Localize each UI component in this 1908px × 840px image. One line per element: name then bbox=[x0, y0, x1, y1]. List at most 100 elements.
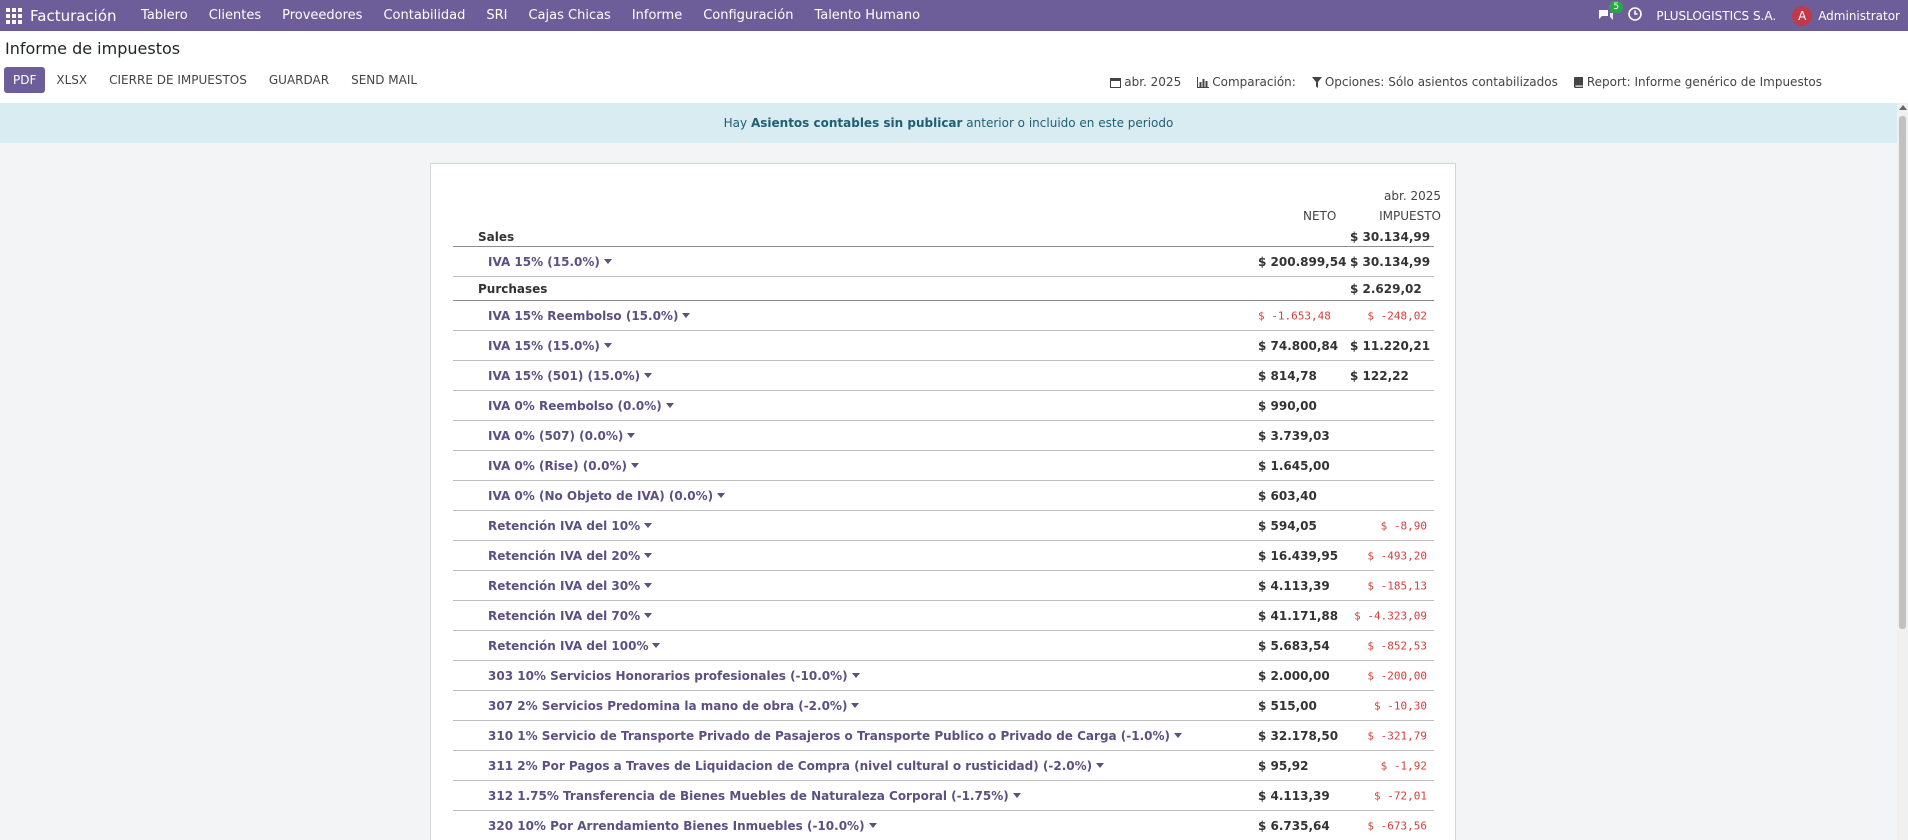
row-label: Sales bbox=[478, 229, 515, 244]
options-filter[interactable]: Opciones: Sólo asientos contabilizados bbox=[1311, 75, 1558, 89]
send-mail-button[interactable]: SEND MAIL bbox=[340, 68, 428, 92]
neto-value: $ 6.735,64 bbox=[1258, 818, 1330, 833]
report-tax-line-row[interactable]: IVA 0% Reembolso (0.0%) $ 990,00 bbox=[453, 391, 1434, 421]
report-tax-line-row[interactable]: Retención IVA del 10% $ 594,05 $ -8,90 bbox=[453, 511, 1434, 541]
report-tax-line-row[interactable]: IVA 15% Reembolso (15.0%) $ -1.653,48 $ -2… bbox=[453, 301, 1434, 331]
report-tax-line-row[interactable]: Retención IVA del 30% $ 4.113,39 $ -185,13 bbox=[453, 571, 1434, 601]
menu-item-contabilidad[interactable]: Contabilidad bbox=[373, 8, 476, 23]
xlsx-button[interactable]: XLSX bbox=[45, 68, 98, 92]
menu-item-tablero[interactable]: Tablero bbox=[131, 8, 199, 23]
caret-down-icon[interactable] bbox=[1012, 793, 1021, 798]
caret-down-icon[interactable] bbox=[603, 343, 612, 348]
caret-down-icon[interactable] bbox=[717, 493, 726, 498]
unposted-entries-link[interactable]: Asientos contables sin publicar bbox=[751, 116, 962, 130]
caret-down-icon[interactable] bbox=[682, 313, 691, 318]
neto-value: $ 814,78 bbox=[1258, 368, 1317, 383]
report-tax-line-row[interactable]: IVA 0% (507) (0.0%) $ 3.739,03 bbox=[453, 421, 1434, 451]
caret-down-icon[interactable] bbox=[630, 463, 639, 468]
impuesto-value: $ -200,00 bbox=[1367, 669, 1427, 682]
report-tax-line-row[interactable]: IVA 0% (No Objeto de IVA) (0.0%) $ 603,40 bbox=[453, 481, 1434, 511]
caret-down-icon[interactable] bbox=[644, 613, 653, 618]
save-button[interactable]: GUARDAR bbox=[258, 68, 340, 92]
report-tax-line-row[interactable]: IVA 15% (501) (15.0%) $ 814,78 $ 122,22 bbox=[453, 361, 1434, 391]
comparison-filter[interactable]: Comparación: bbox=[1197, 75, 1296, 89]
menu-item-informe[interactable]: Informe bbox=[621, 8, 692, 23]
caret-down-icon[interactable] bbox=[1096, 763, 1105, 768]
scroll-up-icon[interactable] bbox=[1899, 105, 1907, 110]
caret-down-icon[interactable] bbox=[851, 673, 860, 678]
caret-down-icon[interactable] bbox=[644, 553, 653, 558]
tax-line-name[interactable]: Retención IVA del 30% bbox=[488, 579, 653, 593]
report-tax-line-row[interactable]: 307 2% Servicios Predomina la mano de ob… bbox=[453, 691, 1434, 721]
comparison-filter-label: Comparación: bbox=[1212, 75, 1296, 89]
tax-line-name[interactable]: 310 1% Servicio de Transporte Privado de… bbox=[488, 729, 1183, 743]
bar-chart-icon bbox=[1197, 76, 1210, 88]
caret-down-icon[interactable] bbox=[868, 823, 877, 828]
caret-down-icon[interactable] bbox=[644, 523, 653, 528]
user-avatar[interactable]: A bbox=[1792, 5, 1813, 26]
menu-item-sri[interactable]: SRI bbox=[476, 8, 518, 23]
column-period-header: abr. 2025 bbox=[1384, 189, 1441, 203]
report-tax-line-row[interactable]: 303 10% Servicios Honorarios profesional… bbox=[453, 661, 1434, 691]
report-rows: Sales $ 30.134,99 IVA 15% (15.0%) $ 200.899… bbox=[453, 227, 1434, 840]
report-tax-line-row[interactable]: Retención IVA del 20% $ 16.439,95 $ -493,2… bbox=[453, 541, 1434, 571]
tax-line-name[interactable]: IVA 0% Reembolso (0.0%) bbox=[488, 399, 674, 413]
impuesto-value: $ -673,56 bbox=[1367, 819, 1427, 832]
activity-clock-icon[interactable] bbox=[1628, 6, 1643, 25]
tax-line-name[interactable]: IVA 0% (Rise) (0.0%) bbox=[488, 459, 639, 473]
menu-item-configuraci-n[interactable]: Configuración bbox=[693, 8, 804, 23]
menu-item-talento-humano[interactable]: Talento Humano bbox=[804, 8, 931, 23]
report-tax-line-row[interactable]: 312 1.75% Transferencia de Bienes Mueble… bbox=[453, 781, 1434, 811]
caret-down-icon[interactable] bbox=[1174, 733, 1183, 738]
tax-line-name[interactable]: 312 1.75% Transferencia de Bienes Mueble… bbox=[488, 789, 1021, 803]
report-tax-line-row[interactable]: IVA 15% (15.0%) $ 74.800,84 $ 11.220,21 bbox=[453, 331, 1434, 361]
neto-value: $ 4.113,39 bbox=[1258, 788, 1330, 803]
tax-line-name[interactable]: 320 10% Por Arrendamiento Bienes Inmuebl… bbox=[488, 819, 877, 833]
impuesto-value: $ 30.134,99 bbox=[1350, 229, 1431, 244]
tax-line-name[interactable]: IVA 15% (15.0%) bbox=[488, 339, 612, 353]
tax-line-name[interactable]: 311 2% Por Pagos a Traves de Liquidacion… bbox=[488, 759, 1105, 773]
menu-item-proveedores[interactable]: Proveedores bbox=[272, 8, 373, 23]
tax-line-name[interactable]: IVA 15% Reembolso (15.0%) bbox=[488, 309, 691, 323]
tax-line-name[interactable]: 307 2% Servicios Predomina la mano de ob… bbox=[488, 699, 860, 713]
report-tax-line-row[interactable]: 310 1% Servicio de Transporte Privado de… bbox=[453, 721, 1434, 751]
chat-icon[interactable]: 5 bbox=[1598, 0, 1624, 23]
report-tax-line-row[interactable]: 311 2% Por Pagos a Traves de Liquidacion… bbox=[453, 751, 1434, 781]
menu-item-cajas-chicas[interactable]: Cajas Chicas bbox=[518, 8, 621, 23]
tax-line-name[interactable]: Retención IVA del 10% bbox=[488, 519, 653, 533]
report-tax-line-row[interactable]: Retención IVA del 100% $ 5.683,54 $ -852,5… bbox=[453, 631, 1434, 661]
tax-line-name[interactable]: IVA 15% (501) (15.0%) bbox=[488, 369, 653, 383]
tax-line-name[interactable]: Retención IVA del 20% bbox=[488, 549, 653, 563]
app-title[interactable]: Facturación bbox=[30, 7, 117, 25]
column-neto-header: NETO bbox=[1303, 209, 1337, 223]
impuesto-value: $ 2.629,02 bbox=[1350, 281, 1422, 296]
caret-down-icon[interactable] bbox=[603, 259, 612, 264]
menu-item-clientes[interactable]: Clientes bbox=[198, 8, 271, 23]
report-tax-line-row[interactable]: IVA 0% (Rise) (0.0%) $ 1.645,00 bbox=[453, 451, 1434, 481]
vertical-scrollbar[interactable] bbox=[1897, 103, 1908, 840]
company-switcher[interactable]: PLUSLOGISTICS S.A. bbox=[1656, 9, 1776, 23]
tax-line-name[interactable]: IVA 15% (15.0%) bbox=[488, 255, 612, 269]
report-tax-line-row[interactable]: Retención IVA del 70% $ 41.171,88 $ -4.323… bbox=[453, 601, 1434, 631]
tax-line-name[interactable]: IVA 0% (No Objeto de IVA) (0.0%) bbox=[488, 489, 726, 503]
caret-down-icon[interactable] bbox=[644, 583, 653, 588]
report-variant-filter[interactable]: Report: Informe genérico de Impuestos bbox=[1573, 75, 1822, 89]
apps-menu-icon[interactable] bbox=[6, 7, 22, 24]
pdf-button[interactable]: PDF bbox=[4, 67, 46, 93]
caret-down-icon[interactable] bbox=[652, 643, 661, 648]
tax-line-name[interactable]: Retención IVA del 70% bbox=[488, 609, 653, 623]
scroll-thumb[interactable] bbox=[1899, 116, 1906, 629]
tax-line-name[interactable]: Retención IVA del 100% bbox=[488, 639, 661, 653]
caret-down-icon[interactable] bbox=[851, 703, 860, 708]
caret-down-icon[interactable] bbox=[627, 433, 636, 438]
period-filter[interactable]: abr. 2025 bbox=[1110, 75, 1181, 89]
caret-down-icon[interactable] bbox=[665, 403, 674, 408]
tax-line-name[interactable]: 303 10% Servicios Honorarios profesional… bbox=[488, 669, 860, 683]
user-menu[interactable]: Administrator bbox=[1818, 9, 1900, 23]
report-tax-line-row[interactable]: 320 10% Por Arrendamiento Bienes Inmuebl… bbox=[453, 811, 1434, 840]
tax-line-name[interactable]: IVA 0% (507) (0.0%) bbox=[488, 429, 636, 443]
tax-closing-button[interactable]: CIERRE DE IMPUESTOS bbox=[98, 68, 258, 92]
top-navbar: Facturación Tablero Clientes Proveedores Co… bbox=[0, 0, 1908, 31]
report-tax-line-row[interactable]: IVA 15% (15.0%) $ 200.899,54 $ 30.134,99 bbox=[453, 247, 1434, 277]
caret-down-icon[interactable] bbox=[644, 373, 653, 378]
